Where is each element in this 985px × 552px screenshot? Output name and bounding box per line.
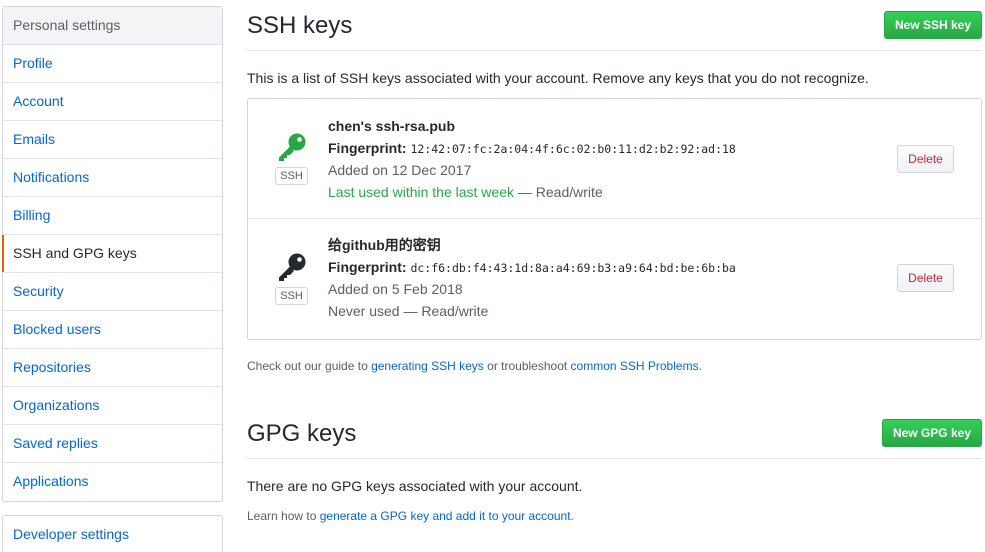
sidebar-item-profile[interactable]: Profile [3,45,222,83]
ssh-key-fingerprint: Fingerprint: dc:f6:db:f4:43:1d:8a:a4:69:… [328,257,736,279]
key-icon [276,132,308,162]
gpg-empty-message: There are no GPG keys associated with yo… [247,478,583,494]
ssh-key-title: 给github用的密钥 [328,237,441,253]
key-icon-svg [279,133,306,161]
sidebar-item-blocked-users[interactable]: Blocked users [3,311,222,349]
ssh-badge: SSH [275,167,308,185]
fingerprint-value: 12:42:07:fc:2a:04:4f:6c:02:b0:11:d2:b2:9… [410,142,736,156]
ssh-key-title: chen's ssh-rsa.pub [328,118,456,134]
generating-ssh-keys-link[interactable]: generating SSH keys [371,359,484,373]
learn-prefix: Learn how to [247,509,320,523]
ssh-key-access: — Read/write [514,184,603,200]
key-icon [276,252,308,282]
main-content: SSH keys New SSH key This is a list of S… [247,0,982,523]
ssh-key-row: SSH 给github用的密钥 Fingerprint: dc:f6:db:f4… [248,219,981,339]
guide-prefix: Check out our guide to [247,359,372,373]
fingerprint-value: dc:f6:db:f4:43:1d:8a:a4:69:b3:a9:64:bd:b… [410,261,736,275]
ssh-keys-title: SSH keys [247,12,353,39]
fingerprint-label: Fingerprint: [328,259,407,275]
sidebar-item-applications[interactable]: Applications [3,463,222,501]
ssh-keys-header: SSH keys New SSH key [247,0,982,51]
ssh-keys-intro: This is a list of SSH keys associated wi… [247,70,869,86]
fingerprint-label: Fingerprint: [328,140,407,156]
new-gpg-key-button[interactable]: New GPG key [881,419,982,447]
ssh-key-last-used: Never used [328,303,400,319]
ssh-badge: SSH [275,287,308,305]
sidebar-item-security[interactable]: Security [3,273,222,311]
developer-settings-menu: Developer settings [2,515,223,552]
ssh-keys-list: SSH chen's ssh-rsa.pub Fingerprint: 12:4… [247,98,982,340]
learn-suffix: . [570,509,574,523]
sidebar-item-repositories[interactable]: Repositories [3,349,222,387]
sidebar-item-saved-replies[interactable]: Saved replies [3,425,222,463]
personal-settings-menu: Personal settings Profile Account Emails… [2,6,223,502]
ssh-key-info: 给github用的密钥 Fingerprint: dc:f6:db:f4:43:… [328,235,736,323]
menu-heading: Personal settings [3,7,222,45]
sidebar-item-developer-settings[interactable]: Developer settings [3,516,222,552]
sidebar-item-account[interactable]: Account [3,83,222,121]
ssh-key-usage: Last used within the last week — Read/wr… [328,182,736,204]
ssh-key-row: SSH chen's ssh-rsa.pub Fingerprint: 12:4… [248,99,981,219]
guide-middle: or troubleshoot [483,359,571,373]
generate-gpg-key-link[interactable]: generate a GPG key and add it to your ac… [320,509,571,523]
ssh-key-added-date: Added on 5 Feb 2018 [328,281,463,297]
sidebar-item-billing[interactable]: Billing [3,197,222,235]
ssh-key-usage: Never used — Read/write [328,301,736,323]
key-icon-svg [279,253,306,281]
sidebar-item-ssh-gpg-keys[interactable]: SSH and GPG keys [2,235,222,273]
ssh-key-access: — Read/write [399,303,489,319]
guide-suffix: . [698,359,702,373]
ssh-key-info: chen's ssh-rsa.pub Fingerprint: 12:42:07… [328,116,736,204]
common-ssh-problems-link[interactable]: common SSH Problems [571,359,699,373]
sidebar-item-notifications[interactable]: Notifications [3,159,222,197]
ssh-key-added-date: Added on 12 Dec 2017 [328,162,472,178]
new-ssh-key-button[interactable]: New SSH key [883,11,982,39]
sidebar-item-emails[interactable]: Emails [3,121,222,159]
delete-ssh-key-button[interactable]: Delete [897,264,954,292]
ssh-key-fingerprint: Fingerprint: 12:42:07:fc:2a:04:4f:6c:02:… [328,138,736,160]
sidebar-item-organizations[interactable]: Organizations [3,387,222,425]
gpg-keys-title: GPG keys [247,420,357,447]
ssh-key-last-used: Last used within the last week [328,184,514,200]
delete-ssh-key-button[interactable]: Delete [897,145,954,173]
gpg-learn-note: Learn how to generate a GPG key and add … [247,509,574,523]
ssh-guide-note: Check out our guide to generating SSH ke… [247,359,702,373]
gpg-keys-header: GPG keys New GPG key [247,408,982,459]
